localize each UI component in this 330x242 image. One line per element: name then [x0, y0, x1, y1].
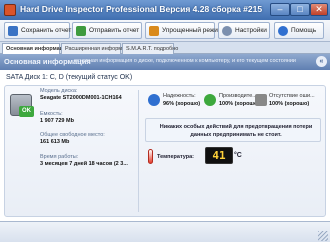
recommendation-text: Никаких особых действий для предотвращен… — [159, 124, 313, 138]
simple-mode-icon — [149, 26, 159, 36]
settings-label: Настройки — [235, 27, 267, 34]
model-value: Seagate ST2000DM001-1CH164 — [40, 95, 122, 101]
reliability-label: Надежность: — [163, 93, 196, 99]
title-bar[interactable]: Hard Drive Inspector Professional Версия… — [0, 0, 330, 20]
simple-mode-label: Упрощенный режим — [162, 27, 223, 34]
app-window: Hard Drive Inspector Professional Версия… — [0, 0, 330, 242]
uptime-info: Время работы: 3 месяцев 7 дней 18 часов … — [40, 154, 128, 167]
gear-icon — [222, 26, 232, 36]
tab-strip: Основная информация Расширенная информац… — [0, 42, 330, 54]
save-icon — [8, 26, 18, 36]
temperature-display: 41 — [205, 147, 233, 164]
help-icon — [278, 26, 288, 36]
maximize-button[interactable]: □ — [290, 3, 310, 16]
capacity-value: 1 907 729 Mb — [40, 118, 74, 124]
status-badge: OK — [19, 106, 34, 117]
collapse-chevron-icon[interactable]: « — [316, 56, 327, 67]
reliability-value: 96% (хорошо) — [163, 101, 201, 107]
send-report-label: Отправить отчет — [89, 27, 140, 34]
help-label: Помощь — [291, 27, 317, 34]
card-divider — [138, 90, 139, 212]
model-info: Модель диска: Seagate ST2000DM001-1CH164 — [40, 88, 122, 101]
banner-description: основная информация о диске, подключенно… — [74, 58, 296, 64]
minimize-button[interactable]: – — [270, 3, 290, 16]
disk-header: SATA Диск 1: C, D (текущий статус OK) — [6, 74, 133, 81]
temperature-unit: °C — [234, 152, 242, 159]
free-space-info: Общее свободное место: 161 613 Mb — [40, 132, 105, 145]
disk-card: OK Модель диска: Seagate ST2000DM001-1CH… — [4, 85, 326, 217]
performance-icon — [204, 94, 216, 106]
tab-smart[interactable]: S.M.A.R.T. подробно — [122, 43, 178, 54]
errors-icon — [255, 94, 267, 106]
model-label: Модель диска: — [40, 88, 78, 94]
reliability-icon — [148, 94, 160, 106]
thermometer-icon — [148, 149, 153, 164]
send-report-button[interactable]: Отправить отчет — [72, 22, 142, 39]
performance-label: Производите... — [219, 93, 257, 99]
errors-value: 100% (хорошо) — [269, 101, 310, 107]
performance-value: 100% (хорошо) — [219, 101, 260, 107]
capacity-info: Емкость: 1 907 729 Mb — [40, 111, 74, 124]
save-report-button[interactable]: Сохранить отчет — [4, 22, 72, 39]
settings-button[interactable]: Настройки — [218, 22, 270, 39]
toolbar: Сохранить отчет Отправить отчет Упрощенн… — [0, 20, 330, 42]
capacity-label: Емкость: — [40, 111, 63, 117]
save-report-label: Сохранить отчет — [21, 27, 72, 34]
send-icon — [76, 26, 86, 36]
tab-advanced-info[interactable]: Расширенная информация — [61, 43, 134, 54]
resize-grip-icon[interactable] — [318, 231, 328, 241]
uptime-label: Время работы: — [40, 154, 79, 160]
free-space-value: 161 613 Mb — [40, 139, 70, 145]
tab-main-info[interactable]: Основная информация — [2, 43, 70, 54]
recommendation-box: Никаких особых действий для предотвращен… — [145, 118, 321, 142]
app-icon — [4, 4, 16, 16]
errors-label: Отсутствие оши... — [269, 93, 315, 99]
uptime-value: 3 месяцев 7 дней 18 часов (2 3... — [40, 161, 128, 167]
window-title: Hard Drive Inspector Professional Версия… — [20, 4, 263, 14]
free-space-label: Общее свободное место: — [40, 132, 105, 138]
close-button[interactable]: ✕ — [310, 3, 328, 16]
section-banner: Основная информация основная информация … — [0, 54, 330, 70]
help-button[interactable]: Помощь — [274, 22, 324, 39]
temperature-label: Температура: — [157, 154, 195, 160]
main-content: SATA Диск 1: C, D (текущий статус OK) OK… — [0, 70, 330, 221]
status-bar — [0, 221, 330, 242]
simple-mode-button[interactable]: Упрощенный режим — [145, 22, 222, 39]
